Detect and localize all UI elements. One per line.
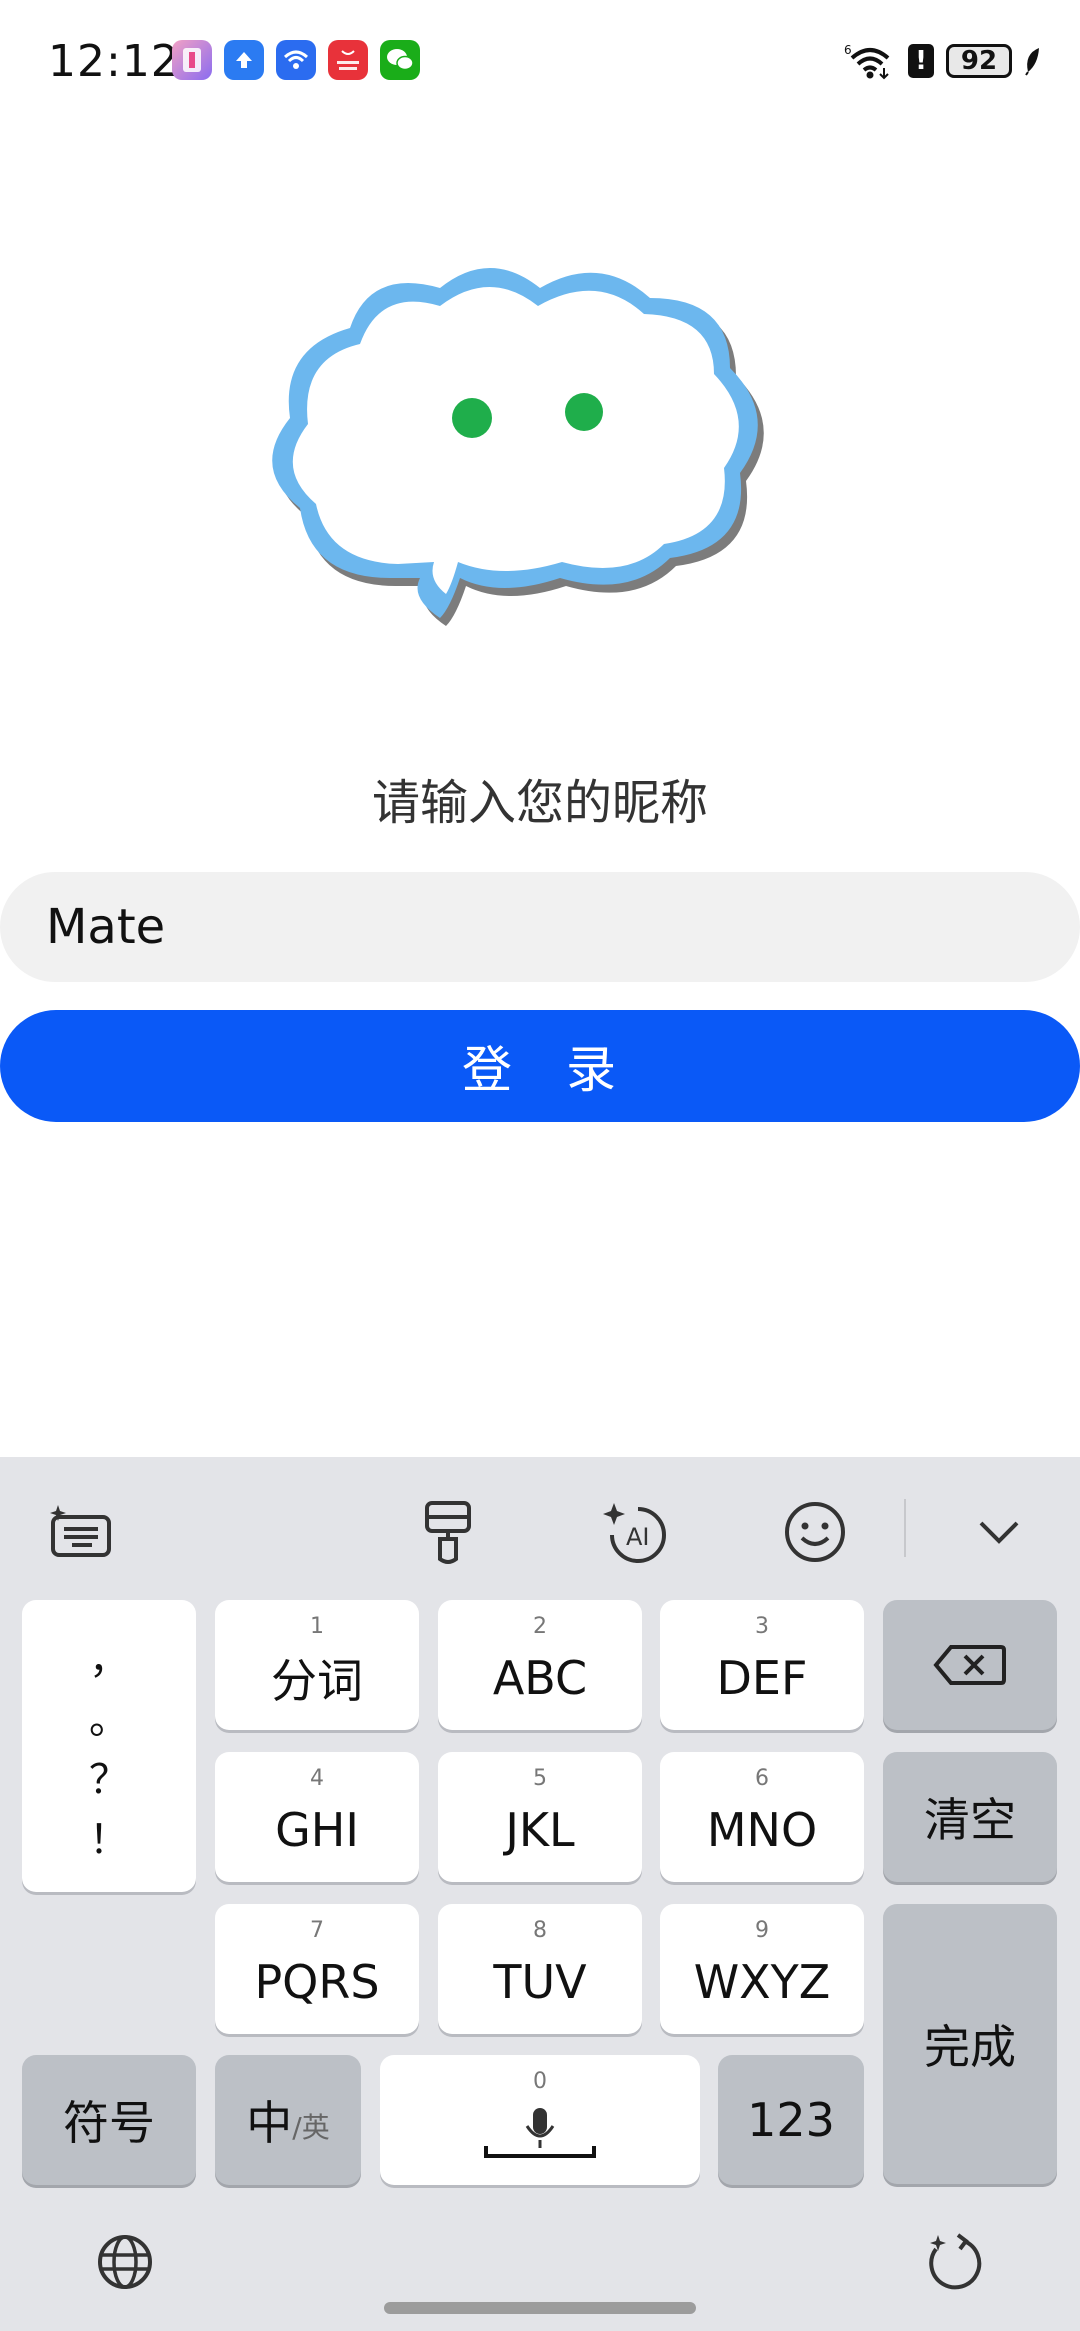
key-3-def[interactable]: 3 DEF	[660, 1600, 864, 1730]
alert-icon: !	[908, 44, 934, 78]
keyboard-ai-input-icon[interactable]	[46, 1497, 116, 1567]
input-method-keyboard: AI ， 。 ？ ！ 1 分词 2 ABC 3 DEF 4 GHI 5 JKL	[0, 1457, 1080, 2331]
paint-brush-icon[interactable]	[413, 1497, 483, 1567]
punct-comma[interactable]: ，	[89, 1627, 129, 1685]
leaf-icon	[1025, 48, 1039, 76]
keyboard-toolbar: AI	[0, 1457, 1080, 1597]
smart-refresh-icon[interactable]	[922, 2231, 984, 2293]
space-voice-key[interactable]: 0	[380, 2055, 700, 2185]
punct-period[interactable]: 。	[89, 1687, 129, 1745]
key-7-pqrs[interactable]: 7 PQRS	[215, 1904, 419, 2034]
notification-icons	[172, 40, 420, 80]
numbers-key[interactable]: 123	[718, 2055, 864, 2185]
svg-text:AI: AI	[626, 1523, 650, 1551]
backspace-icon	[933, 1645, 1006, 1685]
key-4-ghi[interactable]: 4 GHI	[215, 1752, 419, 1882]
wechat-icon	[380, 40, 420, 80]
key-1-fenci[interactable]: 1 分词	[215, 1600, 419, 1730]
key-9-wxyz[interactable]: 9 WXYZ	[660, 1904, 864, 2034]
symbols-key[interactable]: 符号	[22, 2055, 196, 2185]
upload-app-icon	[224, 40, 264, 80]
language-toggle-key[interactable]: 中/英	[215, 2055, 361, 2185]
battery-indicator: 92	[946, 44, 1012, 78]
status-right: 6 ! 92	[844, 42, 1042, 80]
lang-alt: /英	[292, 2111, 330, 2144]
cloud-mascot-logo	[272, 268, 764, 626]
app-gallery-icon	[328, 40, 368, 80]
key-8-tuv[interactable]: 8 TUV	[438, 1904, 642, 2034]
login-button[interactable]: 登 录	[0, 1010, 1080, 1122]
toolbar-divider	[904, 1499, 906, 1557]
punctuation-column[interactable]: ， 。 ？ ！	[22, 1600, 196, 1892]
lang-main: 中	[246, 2096, 293, 2150]
globe-icon[interactable]	[96, 2233, 154, 2291]
key-6-mno[interactable]: 6 MNO	[660, 1752, 864, 1882]
microphone-icon	[484, 2108, 596, 2158]
wifi-app-icon	[276, 40, 316, 80]
status-time: 12:12	[48, 36, 180, 87]
clear-key[interactable]: 清空	[883, 1752, 1057, 1882]
done-key[interactable]: 完成	[883, 1904, 1057, 2184]
emoji-icon[interactable]	[780, 1497, 850, 1567]
key-5-jkl[interactable]: 5 JKL	[438, 1752, 642, 1882]
wifi-signal-icon: 6	[844, 43, 890, 80]
ai-assistant-icon[interactable]: AI	[598, 1497, 668, 1567]
status-bar: 12:12 6 ! 92	[0, 0, 1080, 130]
key-2-abc[interactable]: 2 ABC	[438, 1600, 642, 1730]
home-indicator[interactable]	[384, 2302, 696, 2314]
nickname-prompt: 请输入您的昵称	[371, 775, 708, 831]
collapse-keyboard-chevron-down-icon[interactable]	[964, 1497, 1034, 1567]
backspace-key[interactable]	[883, 1600, 1057, 1730]
app-icon-pink	[172, 40, 212, 80]
signal-label: 6	[844, 43, 852, 57]
nickname-input[interactable]: Mate	[0, 872, 1080, 982]
punct-question[interactable]: ？	[89, 1747, 129, 1805]
punct-exclaim[interactable]: ！	[89, 1807, 129, 1865]
